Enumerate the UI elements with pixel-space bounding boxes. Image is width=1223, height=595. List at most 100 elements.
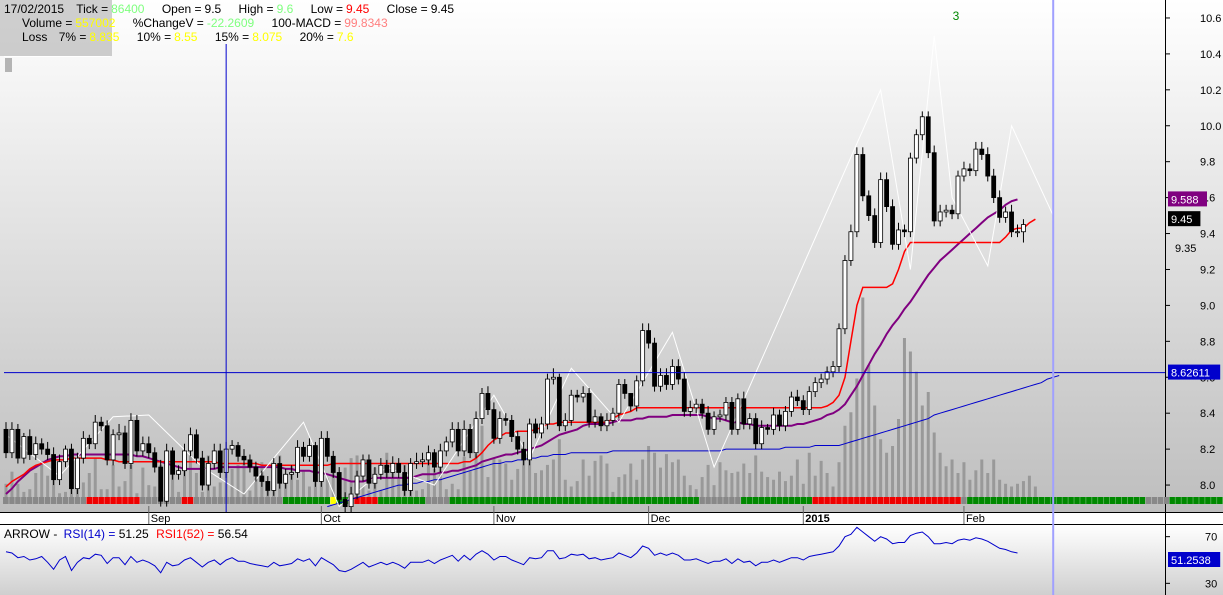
candle-body [830,366,836,373]
candle-body [937,211,943,222]
candle [640,323,646,387]
candle-body [580,393,586,398]
candle-body [670,366,675,385]
close-price-label: 9.45 [1168,211,1201,227]
price-tick-label: 8.2 [1200,444,1215,456]
candle-body [146,443,152,454]
signal-band-segment [812,497,961,504]
candle-body [640,330,646,382]
candle-body [896,229,901,245]
candle-body [949,209,955,215]
candle-body [860,154,866,197]
price-tick-label: 10.6 [1200,13,1221,25]
candle-body [902,229,907,233]
stock-chart[interactable]: 10.610.410.210.09.89.69.49.29.08.88.68.4… [0,0,1223,595]
candle-body [771,414,776,430]
candle-body [753,418,759,445]
candle-body [687,407,693,412]
candle [312,441,318,487]
candle-body [455,428,461,452]
candle [69,443,74,495]
candle-body [527,423,532,461]
candle-body [39,443,45,450]
candle-body [693,403,699,409]
candle [729,397,735,435]
candle-body [961,168,967,177]
candle-body [92,421,98,445]
candle-body [408,463,414,491]
candle-body [658,375,663,387]
price-tick-label: 9.2 [1200,264,1215,276]
candle [634,375,640,412]
price-tick-label: 8.8 [1200,336,1215,348]
macd-label: 100-MACD = [272,16,342,30]
sma-price-label-text: 9.588 [1171,194,1199,206]
candle-body [973,148,979,172]
candle [908,152,913,238]
candle-body [872,215,878,243]
candle-body [842,260,848,330]
candle [336,467,342,505]
candle-body [199,457,205,486]
macd-value: 99.8343 [344,16,388,30]
candle [878,172,884,248]
candle-body [372,473,378,484]
close-value: 9.45 [431,2,455,16]
candle-body [104,425,110,461]
candle-body [836,328,842,367]
candle-body [360,459,366,477]
candle-body [806,391,812,411]
tick-label: Tick = [76,2,108,16]
candle-body [193,434,199,459]
rsi-header: ARROW - RSI(14) = 51.25 RSI1(52) = 56.54 [4,527,248,541]
candle [860,147,866,202]
candle-body [818,378,824,384]
candle-body [63,448,68,463]
price-tick-label: 8.0 [1200,480,1215,492]
candle-body [943,209,949,213]
candle-body [634,380,640,407]
candle-body [247,459,253,468]
candle-body [420,459,425,463]
candle-body [229,445,235,450]
candle-body [366,459,372,484]
candle-body [390,463,396,473]
rsi52-label: RSI1(52) = [156,527,218,541]
candle-body [312,445,318,482]
candle-body [140,443,146,452]
candle-body [437,450,443,468]
candle-body [318,437,324,482]
low-value: 9.45 [346,2,370,16]
candle [158,459,164,507]
candle-body [991,175,997,199]
candle-body [80,437,86,459]
rsi-value-label-text: 51.2538 [1171,555,1211,567]
date-tick-label: Dec [651,513,671,525]
candle-body [503,418,509,421]
signal-band-segment [1169,497,1223,504]
candle-body [759,427,765,445]
date-tick-label: 2015 [805,513,829,525]
candle-body [521,448,527,461]
candle-body [271,463,277,491]
date-tick-label: Feb [966,513,985,525]
candle-body [188,434,193,452]
candle-body [854,154,860,233]
candle-body [592,416,598,423]
loss15-value: 8.075 [252,30,282,44]
candle-body [539,423,544,434]
volume-value: 557002 [75,16,115,30]
info-row-3: Loss 7% = 8.835 10% = 8.55 15% = 8.075 20% … [22,30,354,44]
price-tick-label: 8.4 [1200,408,1215,420]
high-label: High = [239,2,274,16]
candle-body [289,472,295,475]
price-tick-label: 9.8 [1200,157,1215,169]
candle-body [235,445,241,457]
candle-body [158,466,164,502]
candle-body [729,402,735,430]
candle-body [919,116,925,136]
candle-body [848,231,854,261]
candle-body [598,416,604,427]
close-label: Close = [387,2,428,16]
rsi-value-label: 51.2538 [1168,552,1221,567]
